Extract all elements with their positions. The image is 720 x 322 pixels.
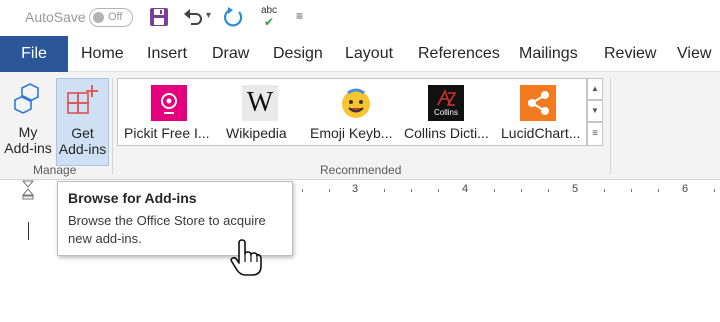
emoji-face — [342, 88, 370, 118]
tab-insert[interactable]: Insert — [147, 36, 187, 72]
pickit-logo-mark — [161, 93, 177, 114]
ruler-tick — [521, 189, 522, 192]
collins-icon: Collins — [428, 85, 464, 121]
autosave-toggle[interactable]: Off — [89, 8, 133, 27]
ruler-tick — [411, 189, 412, 192]
my-addins-label-line2: Add-ins — [4, 140, 52, 156]
undo-icon[interactable] — [182, 6, 204, 28]
addin-lucidchart[interactable]: LucidChart... — [500, 83, 586, 143]
save-icon[interactable] — [148, 6, 170, 28]
redo-icon[interactable] — [222, 6, 244, 28]
ribbon-tabs: File Home Insert Draw Design Layout Refe… — [0, 36, 720, 72]
group-separator — [610, 78, 611, 174]
autosave-label: AutoSave — [25, 9, 86, 25]
gallery-more-button[interactable]: ≡ — [587, 122, 603, 146]
ruler-number: 3 — [352, 183, 359, 195]
undo-dropdown-icon[interactable]: ▾ — [206, 10, 211, 21]
tab-references[interactable]: References — [418, 36, 500, 72]
ruler-tick — [658, 189, 659, 192]
ruler-tick — [384, 189, 385, 192]
emoji-icon — [338, 85, 374, 121]
recommended-group-label: Recommended — [320, 163, 402, 177]
indent-marker-icon[interactable] — [22, 180, 34, 200]
get-addins-label: Get Add-ins — [57, 125, 108, 157]
lucidchart-logo-mark — [528, 91, 549, 115]
tab-layout[interactable]: Layout — [345, 36, 393, 72]
ruler-tick — [438, 189, 439, 192]
pickit-icon — [151, 85, 187, 121]
ruler-number: 5 — [572, 183, 579, 195]
addin-name: Wikipedia — [226, 125, 287, 141]
ruler-tick — [604, 189, 605, 192]
group-separator — [112, 78, 113, 174]
addin-name: Collins Dicti... — [404, 125, 489, 141]
checkmark-icon: ✔ — [263, 15, 275, 29]
tab-file[interactable]: File — [0, 36, 68, 72]
tooltip-title: Browse for Add-ins — [68, 190, 197, 206]
addin-name: Emoji Keyb... — [310, 125, 393, 141]
my-addins-button[interactable]: My Add-ins — [4, 78, 52, 166]
ruler-tick — [494, 189, 495, 192]
spelling-check-icon[interactable]: abc ✔ — [258, 6, 280, 29]
my-addins-icon — [14, 83, 39, 114]
tab-view[interactable]: View — [677, 36, 711, 72]
manage-group-label: Manage — [33, 163, 77, 177]
collins-logo-text: Collins — [433, 108, 458, 117]
ruler-tick — [302, 189, 303, 192]
hand-pointer-icon — [230, 239, 262, 276]
addin-name: LucidChart... — [501, 125, 581, 141]
customize-toolbar-icon[interactable]: ≡ — [296, 9, 303, 23]
addin-name: Pickit Free I... — [124, 125, 210, 141]
text-cursor — [28, 222, 29, 240]
ruler-number: 6 — [682, 183, 689, 195]
addin-wikipedia[interactable]: W Wikipedia — [220, 83, 300, 143]
get-addins-icon — [67, 85, 98, 114]
get-addins-label-line1: Get — [71, 125, 94, 141]
get-addins-label-line2: Add-ins — [58, 141, 107, 157]
wikipedia-icon: W — [242, 85, 278, 121]
gallery-scroll-up-button[interactable]: ▲ — [587, 78, 603, 100]
addin-emoji-keyboard[interactable]: Emoji Keyb... — [310, 83, 406, 143]
ruler-tick — [631, 189, 632, 192]
addin-pickit[interactable]: Pickit Free I... — [122, 83, 216, 143]
autosave-state: Off — [108, 11, 123, 23]
my-addins-label: My Add-ins — [4, 124, 52, 156]
lucidchart-icon — [520, 85, 556, 121]
tab-review[interactable]: Review — [604, 36, 656, 72]
toggle-knob — [93, 12, 104, 23]
quick-access-toolbar: AutoSave Off ▾ abc ✔ ≡ — [0, 0, 720, 36]
ruler-tick — [548, 189, 549, 192]
get-addins-button[interactable]: Get Add-ins — [56, 78, 109, 166]
recommended-addins-gallery: Pickit Free I... W Wikipedia Emoji Keyb.… — [117, 78, 587, 146]
tab-home[interactable]: Home — [81, 36, 124, 72]
ruler-tick — [329, 189, 330, 192]
tab-draw[interactable]: Draw — [212, 36, 249, 72]
my-addins-label-line1: My — [18, 124, 38, 140]
tab-design[interactable]: Design — [273, 36, 323, 72]
addin-collins-dictionary[interactable]: Collins Collins Dicti... — [402, 83, 498, 143]
ruler-number: 4 — [462, 183, 469, 195]
tab-mailings[interactable]: Mailings — [519, 36, 578, 72]
ruler-tick — [714, 189, 715, 192]
gallery-scroll-down-button[interactable]: ▼ — [587, 100, 603, 122]
